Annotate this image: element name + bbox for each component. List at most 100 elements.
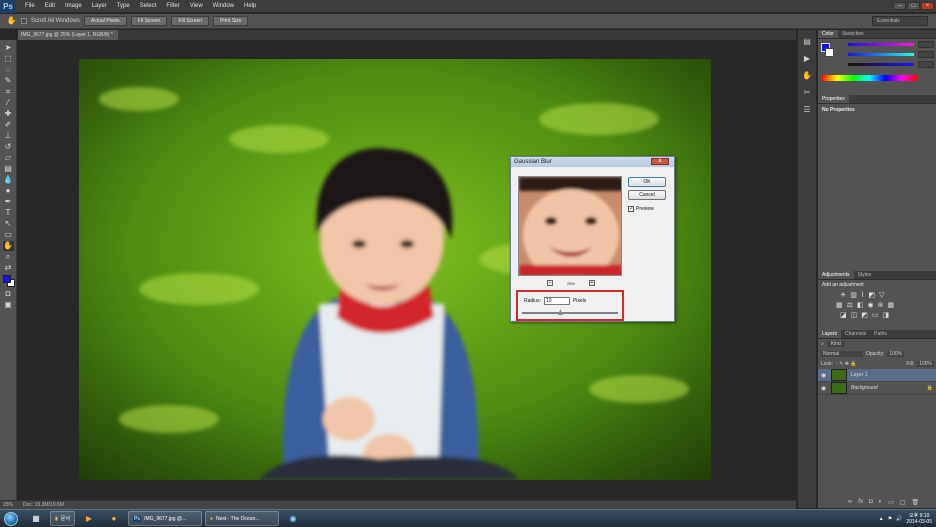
clock[interactable]: 오후 9:10 2014-03-05 <box>906 513 932 525</box>
selective-color-icon[interactable]: ◨ <box>883 311 890 319</box>
threshold-icon[interactable]: ◩ <box>861 311 868 319</box>
taskbar-media[interactable]: ● Nest - The Ocean... <box>204 511 279 526</box>
menu-view[interactable]: View <box>185 0 208 13</box>
b-value-field[interactable] <box>918 61 934 68</box>
menu-window[interactable]: Window <box>208 0 239 13</box>
exposure-icon[interactable]: ◩ <box>868 291 875 299</box>
actions-panel-icon[interactable]: ▶ <box>802 53 813 64</box>
link-icon[interactable]: ∞ <box>848 499 852 506</box>
curves-icon[interactable]: ⌇ <box>861 291 864 299</box>
gradient-tool-icon[interactable]: ▤ <box>3 164 14 174</box>
menu-help[interactable]: Help <box>239 0 261 13</box>
status-doc-size[interactable]: Doc: 15.3M/19.6M <box>23 501 64 509</box>
layer-row[interactable]: ◉ Background 🔒 <box>818 382 936 395</box>
fx-icon[interactable]: fx <box>858 499 863 506</box>
invert-icon[interactable]: ◪ <box>840 311 847 319</box>
tab-swatches[interactable]: Swatches <box>838 30 868 38</box>
photo-filter-icon[interactable]: ◉ <box>868 301 874 309</box>
dodge-tool-icon[interactable]: ● <box>3 186 14 196</box>
network-app-icon[interactable]: ▦ <box>25 511 47 526</box>
menu-select[interactable]: Select <box>135 0 162 13</box>
green-slider[interactable] <box>848 53 914 56</box>
hue-saturation-icon[interactable]: ▦ <box>836 301 843 309</box>
cancel-button[interactable]: Cancel <box>628 190 666 200</box>
start-button[interactable] <box>0 511 22 527</box>
browser-icon[interactable]: ● <box>103 511 125 526</box>
new-layer-icon[interactable]: ▢ <box>900 499 906 506</box>
tab-channels[interactable]: Channels <box>841 330 870 338</box>
eye-icon[interactable]: ◉ <box>821 385 827 392</box>
color-lookup-icon[interactable]: ▦ <box>888 301 895 309</box>
menu-edit[interactable]: Edit <box>40 0 60 13</box>
menu-image[interactable]: Image <box>60 0 87 13</box>
color-spectrum-bar[interactable] <box>821 75 917 81</box>
media-player-icon[interactable]: ▶ <box>78 511 100 526</box>
blend-mode-select[interactable]: Normal <box>821 351 863 357</box>
opacity-field[interactable]: 100% <box>887 351 905 357</box>
paragraph-panel-icon[interactable]: ☰ <box>802 104 813 115</box>
actual-pixels-button[interactable]: Actual Pixels <box>84 16 127 26</box>
screen-mode-icon[interactable]: ▣ <box>3 300 14 310</box>
gradient-map-icon[interactable]: ▭ <box>872 311 879 319</box>
fill-screen-button[interactable]: Fill Screen <box>171 16 210 26</box>
scroll-all-windows-checkbox[interactable] <box>21 18 27 24</box>
menu-filter[interactable]: Filter <box>161 0 184 13</box>
posterize-icon[interactable]: ◫ <box>851 311 858 319</box>
taskbar-explorer[interactable]: ▮ 문서 <box>50 511 75 526</box>
zoom-tool-icon[interactable]: ⌕ <box>3 252 14 262</box>
swap-colors-icon[interactable]: ⇄ <box>3 263 14 273</box>
trash-icon[interactable]: 🗑 <box>912 499 920 506</box>
tab-styles[interactable]: Styles <box>854 271 876 279</box>
brush-tool-icon[interactable]: ✐ <box>3 120 14 130</box>
tab-adjustments[interactable]: Adjustments <box>818 271 854 279</box>
brightness-icon[interactable]: ☀ <box>840 291 846 299</box>
blue-slider[interactable] <box>848 63 914 66</box>
tab-color[interactable]: Color <box>818 30 838 38</box>
hand-tool-icon[interactable]: ✋ <box>2 241 14 251</box>
radius-slider-track[interactable] <box>522 312 618 314</box>
zoom-in-button[interactable]: + <box>588 280 595 286</box>
history-brush-tool-icon[interactable]: ↺ <box>3 142 14 152</box>
workspace-select[interactable]: Essentials <box>872 16 928 26</box>
ok-button[interactable]: OK <box>628 177 666 187</box>
close-button[interactable]: × <box>921 2 934 10</box>
tab-properties[interactable]: Properties <box>818 95 849 103</box>
tray-arrow-icon[interactable]: ▲ <box>879 516 884 522</box>
color-bg-swatch[interactable] <box>825 48 834 57</box>
layer-kind-select[interactable]: Kind <box>826 341 845 347</box>
layer-row[interactable]: ◉ Layer 1 <box>818 369 936 382</box>
move-tool-icon[interactable]: ➤ <box>3 43 14 53</box>
eraser-tool-icon[interactable]: ▱ <box>3 153 14 163</box>
lock-icons[interactable]: ▫ ✎ ✥ 🔒 <box>836 361 857 367</box>
status-zoom[interactable]: 25% <box>3 501 13 509</box>
volume-icon[interactable]: 🔊 <box>896 516 902 522</box>
minimize-button[interactable]: – <box>893 2 906 10</box>
path-select-tool-icon[interactable]: ↖ <box>3 219 14 229</box>
healing-brush-tool-icon[interactable]: ✚ <box>3 109 14 119</box>
red-slider[interactable] <box>848 43 914 46</box>
quick-mask-icon[interactable]: ◘ <box>3 289 14 299</box>
menu-layer[interactable]: Layer <box>87 0 112 13</box>
levels-icon[interactable]: ▥ <box>850 291 857 299</box>
quick-select-tool-icon[interactable]: ✎ <box>3 76 14 86</box>
print-size-button[interactable]: Print Size <box>213 16 249 26</box>
brush-panel-icon[interactable]: ✋ <box>802 70 813 81</box>
fit-screen-button[interactable]: Fit Screen <box>130 16 168 26</box>
crop-tool-icon[interactable]: ⌗ <box>3 87 14 97</box>
black-white-icon[interactable]: ◧ <box>857 301 864 309</box>
channel-mixer-icon[interactable]: ⊛ <box>878 301 884 309</box>
adjustment-layer-icon[interactable]: ◐ <box>879 499 883 506</box>
globe-icon[interactable]: ◉ <box>282 511 304 526</box>
clone-stamp-tool-icon[interactable]: ⊥ <box>3 131 14 141</box>
tool-presets-icon[interactable]: ✂ <box>802 87 813 98</box>
mask-icon[interactable]: ◘ <box>869 499 873 506</box>
dialog-title-bar[interactable]: Gaussian Blur x <box>511 157 674 167</box>
history-panel-icon[interactable]: ▤ <box>802 36 813 47</box>
g-value-field[interactable] <box>918 51 934 58</box>
maximize-button[interactable]: □ <box>907 2 920 10</box>
tab-layers[interactable]: Layers <box>818 330 842 338</box>
dialog-close-button[interactable]: x <box>651 158 669 165</box>
color-balance-icon[interactable]: ⚖ <box>847 301 853 309</box>
r-value-field[interactable] <box>918 41 934 48</box>
blur-tool-icon[interactable]: 💧 <box>3 175 14 185</box>
